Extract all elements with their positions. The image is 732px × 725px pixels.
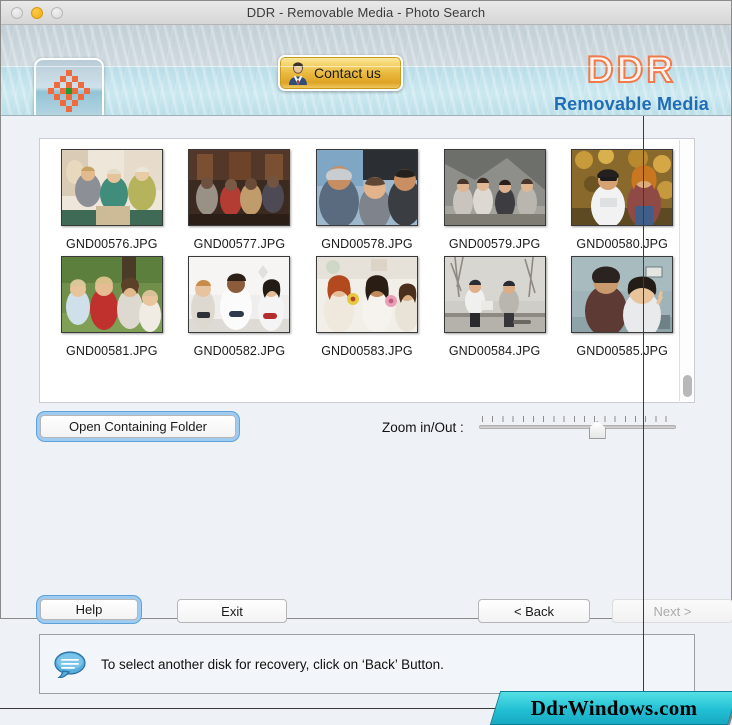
zoom-slider-ticks — [481, 416, 673, 422]
thumbnail-filename: GND00578.JPG — [321, 237, 413, 251]
thumbnail-item[interactable]: GND00576.JPG — [48, 149, 176, 251]
thumbnail-filename: GND00581.JPG — [66, 344, 158, 358]
thumbnail-image[interactable] — [315, 149, 418, 226]
window-controls — [1, 6, 63, 19]
thumbnail-item[interactable]: GND00581.JPG — [48, 256, 176, 358]
status-message: To select another disk for recovery, cli… — [101, 656, 444, 672]
thumbnail-image[interactable] — [571, 149, 674, 226]
brand-logo: DDR Removable Media — [553, 49, 709, 114]
title-bar: DDR - Removable Media - Photo Search — [1, 1, 731, 25]
checkered-flower-icon — [48, 69, 90, 112]
thumbnail-filename: GND00585.JPG — [576, 344, 668, 358]
back-button[interactable]: < Back — [478, 599, 590, 623]
open-folder-focus-ring: Open Containing Folder — [37, 412, 239, 441]
thumbnail-item[interactable]: GND00578.JPG — [303, 149, 431, 251]
watermark-text: DdrWindows.com — [530, 695, 698, 720]
thumbnail-image[interactable] — [60, 149, 163, 226]
open-and-zoom-row: Open Containing Folder Zoom in/Out : — [37, 412, 697, 446]
thumbnail-filename: GND00576.JPG — [66, 237, 158, 251]
thumbnail-item[interactable]: GND00585.JPG — [558, 256, 686, 358]
status-panel: To select another disk for recovery, cli… — [39, 634, 695, 694]
watermark-vertical-line — [643, 116, 644, 692]
thumbnail-scrollbar[interactable] — [679, 140, 693, 401]
contact-us-button[interactable]: Contact us — [278, 55, 403, 91]
thumbnail-filename: GND00584.JPG — [448, 344, 541, 358]
navigation-buttons: Help Exit < Back Next > — [37, 596, 732, 624]
thumbnail-image[interactable] — [188, 256, 291, 333]
thumbnail-image[interactable] — [315, 256, 418, 333]
zoom-control: Zoom in/Out : — [382, 416, 676, 439]
zoom-slider-thumb[interactable] — [588, 421, 606, 439]
zoom-slider[interactable] — [478, 416, 676, 439]
thumbnail-image[interactable] — [443, 256, 546, 333]
thumbnail-filename: GND00582.JPG — [193, 344, 286, 358]
brand-title: DDR — [586, 49, 677, 90]
watermark-banner: DdrWindows.com — [0, 116, 732, 725]
scrollbar-thumb[interactable] — [683, 375, 692, 397]
zoom-button[interactable] — [51, 6, 63, 19]
thumbnail-item[interactable]: GND00582.JPG — [176, 256, 304, 358]
app-window: DDR - Removable Media - Photo Search Con… — [0, 0, 732, 725]
thumbnail-image[interactable] — [60, 256, 163, 333]
thumbnail-panel: GND00576.JPG GND00577.JPG GND00578.JPG G… — [39, 138, 695, 403]
zoom-slider-track[interactable] — [478, 425, 676, 429]
header-banner: Contact us DDR Removable Media — [1, 25, 731, 116]
thumbnail-image[interactable] — [571, 256, 674, 333]
brand-subtitle: Removable Media — [553, 94, 709, 114]
thumbnail-item[interactable]: GND00577.JPG — [176, 149, 304, 251]
thumbnail-image[interactable] — [188, 149, 291, 226]
minimize-button[interactable] — [31, 6, 43, 19]
next-button: Next > — [612, 599, 732, 623]
close-button[interactable] — [11, 6, 23, 19]
watermark-horizontal-line — [0, 708, 499, 709]
thumbnail-item[interactable]: GND00584.JPG — [431, 256, 559, 358]
thumbnail-filename: GND00583.JPG — [321, 344, 413, 358]
thumbnail-item[interactable]: GND00583.JPG — [303, 256, 431, 358]
speech-bubble-icon — [54, 650, 86, 678]
main-content: GND00576.JPG GND00577.JPG GND00578.JPG G… — [0, 116, 732, 725]
contact-us-label: Contact us — [314, 65, 381, 81]
thumbnail-image[interactable] — [443, 149, 546, 226]
thumbnail-item[interactable]: GND00579.JPG — [431, 149, 559, 251]
thumbnail-filename: GND00579.JPG — [448, 237, 541, 251]
exit-button[interactable]: Exit — [177, 599, 287, 623]
window-title: DDR - Removable Media - Photo Search — [246, 5, 486, 20]
person-icon — [289, 62, 307, 85]
zoom-label: Zoom in/Out : — [382, 419, 464, 435]
help-button[interactable]: Help — [40, 599, 138, 620]
open-containing-folder-button[interactable]: Open Containing Folder — [40, 415, 236, 438]
app-logo — [34, 58, 104, 115]
thumbnail-item[interactable]: GND00580.JPG — [558, 149, 686, 251]
thumbnail-grid: GND00576.JPG GND00577.JPG GND00578.JPG G… — [40, 139, 694, 358]
thumbnail-filename: GND00577.JPG — [193, 237, 286, 251]
thumbnail-filename: GND00580.JPG — [576, 237, 668, 251]
